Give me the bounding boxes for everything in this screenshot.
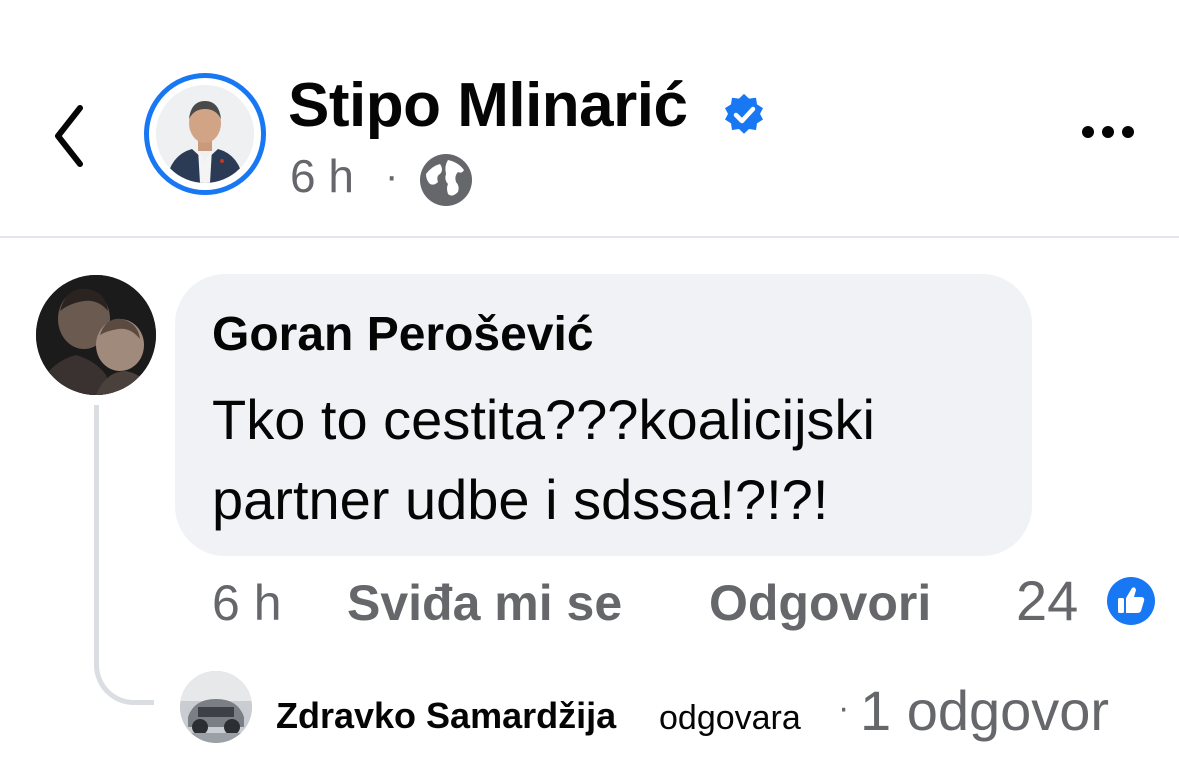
commenter-avatar[interactable] (36, 275, 156, 395)
like-button[interactable]: Sviđa mi se (347, 572, 622, 634)
post-timestamp[interactable]: 6 h (290, 146, 354, 206)
more-options-button[interactable] (1076, 112, 1140, 152)
replier-avatar[interactable] (180, 671, 252, 743)
author-avatar-photo (156, 85, 254, 183)
commenter-name[interactable]: Goran Perošević (212, 304, 594, 366)
comment-text: Tko to cestita???koalicijski partner udb… (212, 388, 875, 531)
reply-button[interactable]: Odgovori (709, 572, 931, 634)
verified-badge-icon (722, 93, 766, 137)
more-icon (1082, 126, 1134, 138)
comment-timestamp[interactable]: 6 h (212, 572, 282, 634)
reply-separator-dot: · (838, 689, 850, 727)
chevron-left-icon (55, 105, 83, 167)
replier-name[interactable]: Zdravko Samardžija (276, 692, 616, 740)
reply-action-text: odgovara (659, 699, 801, 737)
reaction-count[interactable]: 24 (1016, 570, 1078, 632)
globe-icon (418, 152, 474, 208)
reply-thread-line (94, 405, 154, 705)
header-divider (0, 236, 1179, 238)
author-avatar[interactable] (144, 73, 266, 195)
thumbs-up-icon[interactable] (1106, 576, 1156, 626)
view-replies-link[interactable]: 1 odgovor (860, 676, 1109, 746)
separator-dot: · (385, 154, 399, 198)
post-author-name[interactable]: Stipo Mlinarić (288, 70, 688, 142)
back-button[interactable] (44, 96, 104, 176)
